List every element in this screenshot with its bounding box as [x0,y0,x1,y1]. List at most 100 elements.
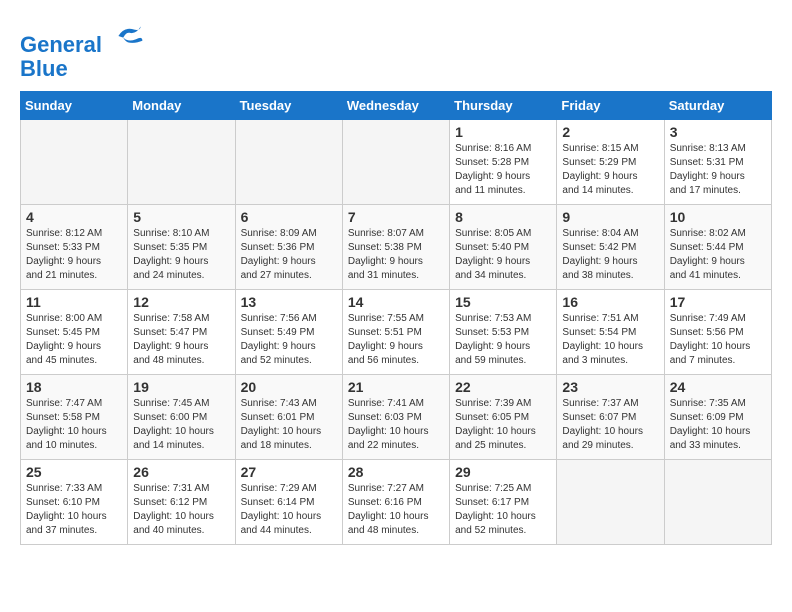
day-number: 18 [26,379,122,395]
logo: General Blue [20,20,144,81]
day-number: 16 [562,294,658,310]
calendar-cell: 17Sunrise: 7:49 AM Sunset: 5:56 PM Dayli… [664,290,771,375]
day-number: 12 [133,294,229,310]
day-info: Sunrise: 8:16 AM Sunset: 5:28 PM Dayligh… [455,142,551,198]
calendar-cell: 4 Sunrise: 8:12 AM Sunset: 5:33 PM Daylig… [21,205,128,290]
day-number: 28 [348,464,444,480]
header-friday: Friday [557,92,664,120]
day-number: 5 [133,209,229,225]
calendar-week-2: 4 Sunrise: 8:12 AM Sunset: 5:33 PM Daylig… [21,205,772,290]
day-number: 11 [26,294,122,310]
day-number: 8 [455,209,551,225]
day-info: Sunrise: 7:56 AM Sunset: 5:49 PM Dayligh… [241,312,337,368]
calendar-cell: 11 Sunrise: 8:00 AM Sunset: 5:45 PM Dayli… [21,290,128,375]
calendar-cell [557,460,664,545]
calendar-cell: 2 Sunrise: 8:15 AM Sunset: 5:29 PM Daylig… [557,120,664,205]
header-saturday: Saturday [664,92,771,120]
day-info: Sunrise: 8:00 AM Sunset: 5:45 PM Dayligh… [26,312,122,368]
header-thursday: Thursday [450,92,557,120]
day-number: 6 [241,209,337,225]
day-number: 4 [26,209,122,225]
day-info: Sunrise: 8:04 AM Sunset: 5:42 PM Dayligh… [562,227,658,283]
day-number: 2 [562,124,658,140]
calendar-cell: 9Sunrise: 8:04 AM Sunset: 5:42 PM Daylig… [557,205,664,290]
day-number: 24 [670,379,766,395]
calendar-cell [342,120,449,205]
header-monday: Monday [128,92,235,120]
logo-general: General [20,32,102,57]
calendar-cell: 28 Sunrise: 7:27 AM Sunset: 6:16 PM Dayli… [342,460,449,545]
calendar-week-3: 11 Sunrise: 8:00 AM Sunset: 5:45 PM Dayli… [21,290,772,375]
day-number: 7 [348,209,444,225]
page-header: General Blue [20,20,772,81]
day-info: Sunrise: 7:29 AM Sunset: 6:14 PM Dayligh… [241,482,337,538]
day-info: Sunrise: 8:10 AM Sunset: 5:35 PM Dayligh… [133,227,229,283]
calendar-week-1: 1 Sunrise: 8:16 AM Sunset: 5:28 PM Daylig… [21,120,772,205]
day-number: 1 [455,124,551,140]
calendar-cell: 15 Sunrise: 7:53 AM Sunset: 5:53 PM Dayli… [450,290,557,375]
calendar-cell: 27 Sunrise: 7:29 AM Sunset: 6:14 PM Dayli… [235,460,342,545]
calendar-cell: 29 Sunrise: 7:25 AM Sunset: 6:17 PM Dayli… [450,460,557,545]
day-info: Sunrise: 8:02 AM Sunset: 5:44 PM Dayligh… [670,227,766,283]
day-info: Sunrise: 7:51 AM Sunset: 5:54 PM Dayligh… [562,312,658,368]
day-info: Sunrise: 7:27 AM Sunset: 6:16 PM Dayligh… [348,482,444,538]
calendar-cell: 5 Sunrise: 8:10 AM Sunset: 5:35 PM Daylig… [128,205,235,290]
calendar-cell: 22 Sunrise: 7:39 AM Sunset: 6:05 PM Dayli… [450,375,557,460]
day-info: Sunrise: 7:58 AM Sunset: 5:47 PM Dayligh… [133,312,229,368]
day-number: 26 [133,464,229,480]
day-info: Sunrise: 7:45 AM Sunset: 6:00 PM Dayligh… [133,397,229,453]
day-number: 23 [562,379,658,395]
logo-blue: Blue [20,56,68,81]
day-info: Sunrise: 8:12 AM Sunset: 5:33 PM Dayligh… [26,227,122,283]
calendar-cell: 8 Sunrise: 8:05 AM Sunset: 5:40 PM Daylig… [450,205,557,290]
day-number: 15 [455,294,551,310]
calendar-cell: 7 Sunrise: 8:07 AM Sunset: 5:38 PM Daylig… [342,205,449,290]
calendar-cell [128,120,235,205]
day-info: Sunrise: 7:35 AM Sunset: 6:09 PM Dayligh… [670,397,766,453]
calendar-table: SundayMondayTuesdayWednesdayThursdayFrid… [20,91,772,545]
day-info: Sunrise: 8:05 AM Sunset: 5:40 PM Dayligh… [455,227,551,283]
day-number: 14 [348,294,444,310]
day-number: 17 [670,294,766,310]
calendar-cell [21,120,128,205]
day-info: Sunrise: 7:31 AM Sunset: 6:12 PM Dayligh… [133,482,229,538]
calendar-cell: 12 Sunrise: 7:58 AM Sunset: 5:47 PM Dayli… [128,290,235,375]
calendar-week-4: 18 Sunrise: 7:47 AM Sunset: 5:58 PM Dayli… [21,375,772,460]
day-info: Sunrise: 8:07 AM Sunset: 5:38 PM Dayligh… [348,227,444,283]
day-info: Sunrise: 8:13 AM Sunset: 5:31 PM Dayligh… [670,142,766,198]
calendar-cell: 13 Sunrise: 7:56 AM Sunset: 5:49 PM Dayli… [235,290,342,375]
calendar-week-5: 25Sunrise: 7:33 AM Sunset: 6:10 PM Dayli… [21,460,772,545]
calendar-header-row: SundayMondayTuesdayWednesdayThursdayFrid… [21,92,772,120]
day-info: Sunrise: 7:47 AM Sunset: 5:58 PM Dayligh… [26,397,122,453]
day-info: Sunrise: 7:43 AM Sunset: 6:01 PM Dayligh… [241,397,337,453]
calendar-cell [664,460,771,545]
header-tuesday: Tuesday [235,92,342,120]
header-wednesday: Wednesday [342,92,449,120]
calendar-cell: 21 Sunrise: 7:41 AM Sunset: 6:03 PM Dayli… [342,375,449,460]
calendar-cell: 10 Sunrise: 8:02 AM Sunset: 5:44 PM Dayli… [664,205,771,290]
day-number: 13 [241,294,337,310]
day-number: 22 [455,379,551,395]
day-number: 29 [455,464,551,480]
logo-bird-icon [112,20,144,52]
calendar-cell: 25Sunrise: 7:33 AM Sunset: 6:10 PM Dayli… [21,460,128,545]
day-number: 19 [133,379,229,395]
day-info: Sunrise: 8:15 AM Sunset: 5:29 PM Dayligh… [562,142,658,198]
day-info: Sunrise: 7:53 AM Sunset: 5:53 PM Dayligh… [455,312,551,368]
day-number: 3 [670,124,766,140]
day-info: Sunrise: 8:09 AM Sunset: 5:36 PM Dayligh… [241,227,337,283]
day-info: Sunrise: 7:41 AM Sunset: 6:03 PM Dayligh… [348,397,444,453]
calendar-cell: 26 Sunrise: 7:31 AM Sunset: 6:12 PM Dayli… [128,460,235,545]
calendar-cell: 19 Sunrise: 7:45 AM Sunset: 6:00 PM Dayli… [128,375,235,460]
day-number: 27 [241,464,337,480]
day-number: 10 [670,209,766,225]
calendar-cell: 18 Sunrise: 7:47 AM Sunset: 5:58 PM Dayli… [21,375,128,460]
calendar-cell: 3 Sunrise: 8:13 AM Sunset: 5:31 PM Daylig… [664,120,771,205]
day-info: Sunrise: 7:37 AM Sunset: 6:07 PM Dayligh… [562,397,658,453]
day-number: 21 [348,379,444,395]
day-info: Sunrise: 7:55 AM Sunset: 5:51 PM Dayligh… [348,312,444,368]
calendar-cell: 23 Sunrise: 7:37 AM Sunset: 6:07 PM Dayli… [557,375,664,460]
day-number: 25 [26,464,122,480]
day-info: Sunrise: 7:25 AM Sunset: 6:17 PM Dayligh… [455,482,551,538]
day-info: Sunrise: 7:39 AM Sunset: 6:05 PM Dayligh… [455,397,551,453]
